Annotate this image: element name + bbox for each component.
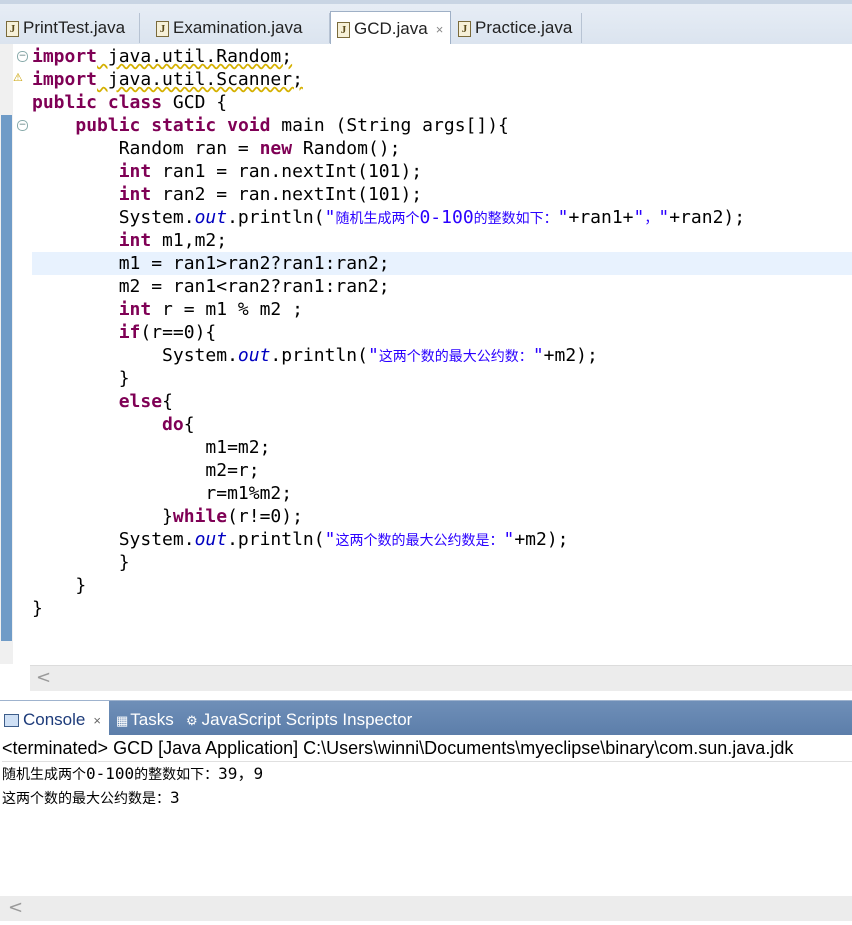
tab-javascript-inspector[interactable]: ⚙ JavaScript Scripts Inspector xyxy=(186,701,412,735)
fold-collapse-icon[interactable]: − xyxy=(17,51,28,62)
java-file-icon: J xyxy=(337,21,350,38)
code-line: r=m1%m2; xyxy=(32,483,293,504)
scroll-left-icon[interactable]: < xyxy=(36,667,51,688)
close-icon[interactable]: × xyxy=(436,22,444,37)
code-line: int ran2 = ran.nextInt(101); xyxy=(118,184,423,205)
change-marker xyxy=(1,115,12,641)
code-line: public class GCD { xyxy=(32,92,228,113)
code-line: System.out.println("这两个数的最大公约数："+m2); xyxy=(32,345,598,366)
code-line: import java.util.Random; xyxy=(32,46,293,67)
tab-label: Console xyxy=(23,710,86,729)
console-view[interactable]: <terminated> GCD [Java Application] C:\U… xyxy=(0,735,852,925)
javascript-icon: ⚙ xyxy=(186,713,198,728)
console-icon xyxy=(4,714,19,728)
editor-horizontal-scrollbar[interactable]: < xyxy=(30,665,852,691)
code-line: } xyxy=(32,368,130,389)
console-output-line: 这两个数的最大公约数是：3 xyxy=(2,788,180,807)
fold-collapse-icon[interactable]: − xyxy=(17,120,28,131)
tab-console[interactable]: Console × xyxy=(0,701,109,736)
editor-tab-bar: J PrintTest.java J Examination.java J GCD.j… xyxy=(0,0,852,45)
tab-label: GCD.java xyxy=(354,19,428,38)
tab-examination[interactable]: J Examination.java xyxy=(150,13,330,43)
tab-label: Practice.java xyxy=(475,18,573,37)
code-line: }while(r!=0); xyxy=(32,506,303,527)
java-file-icon: J xyxy=(6,20,19,37)
code-line: int m1,m2; xyxy=(118,230,228,251)
code-line: else{ xyxy=(118,391,173,412)
tab-tasks[interactable]: ▦ Tasks xyxy=(116,701,174,735)
console-tab-bar: Console × ▦ Tasks ⚙ JavaScript Scripts Insp… xyxy=(0,700,852,736)
code-line: } xyxy=(32,575,87,596)
code-line: m2=r; xyxy=(32,460,260,481)
code-line: int ran1 = ran.nextInt(101); xyxy=(118,161,423,182)
code-line: if(r==0){ xyxy=(118,322,217,343)
code-line: public static void main (String args[]){ xyxy=(75,115,509,136)
scroll-left-icon[interactable]: < xyxy=(8,897,23,918)
console-horizontal-scrollbar[interactable]: < xyxy=(0,896,852,921)
code-line: int r = m1 % m2 ; xyxy=(118,299,303,320)
console-status: <terminated> GCD [Java Application] C:\U… xyxy=(2,735,852,762)
code-line: Random ran = new Random(); xyxy=(32,138,401,159)
close-icon[interactable]: × xyxy=(93,713,101,728)
java-file-icon: J xyxy=(458,20,471,37)
folding-gutter: − ⚠ − xyxy=(13,44,32,664)
tab-label: Examination.java xyxy=(173,18,303,37)
code-line: m2 = ran1<ran2?ran1:ran2; xyxy=(32,276,390,297)
code-line: import java.util.Scanner; xyxy=(32,69,303,90)
tab-printtest[interactable]: J PrintTest.java xyxy=(0,13,140,43)
code-editor[interactable]: − ⚠ − import java.util.Random; import jav… xyxy=(0,44,852,692)
code-line: System.out.println("随机生成两个0-100的整数如下："+r… xyxy=(32,207,746,228)
tab-gcd[interactable]: J GCD.java × xyxy=(330,11,451,44)
tab-label: Tasks xyxy=(130,710,174,729)
tab-practice[interactable]: J Practice.java xyxy=(452,13,582,43)
tab-label: JavaScript Scripts Inspector xyxy=(201,710,413,729)
console-output-line: 随机生成两个0-100的整数如下：39，9 xyxy=(2,764,264,783)
warning-icon: ⚠ xyxy=(13,71,23,84)
tasks-icon: ▦ xyxy=(116,713,129,728)
overview-ruler xyxy=(0,44,13,664)
code-line: m1=m2; xyxy=(32,437,271,458)
tab-label: PrintTest.java xyxy=(23,18,126,37)
java-file-icon: J xyxy=(156,20,169,37)
tab-bar-top-border xyxy=(0,0,852,4)
code-line: System.out.println("这两个数的最大公约数是："+m2); xyxy=(32,529,569,550)
code-line: } xyxy=(32,552,130,573)
code-line: m1 = ran1>ran2?ran1:ran2; xyxy=(32,253,390,274)
code-line: } xyxy=(32,598,43,619)
code-line: do{ xyxy=(162,414,195,435)
